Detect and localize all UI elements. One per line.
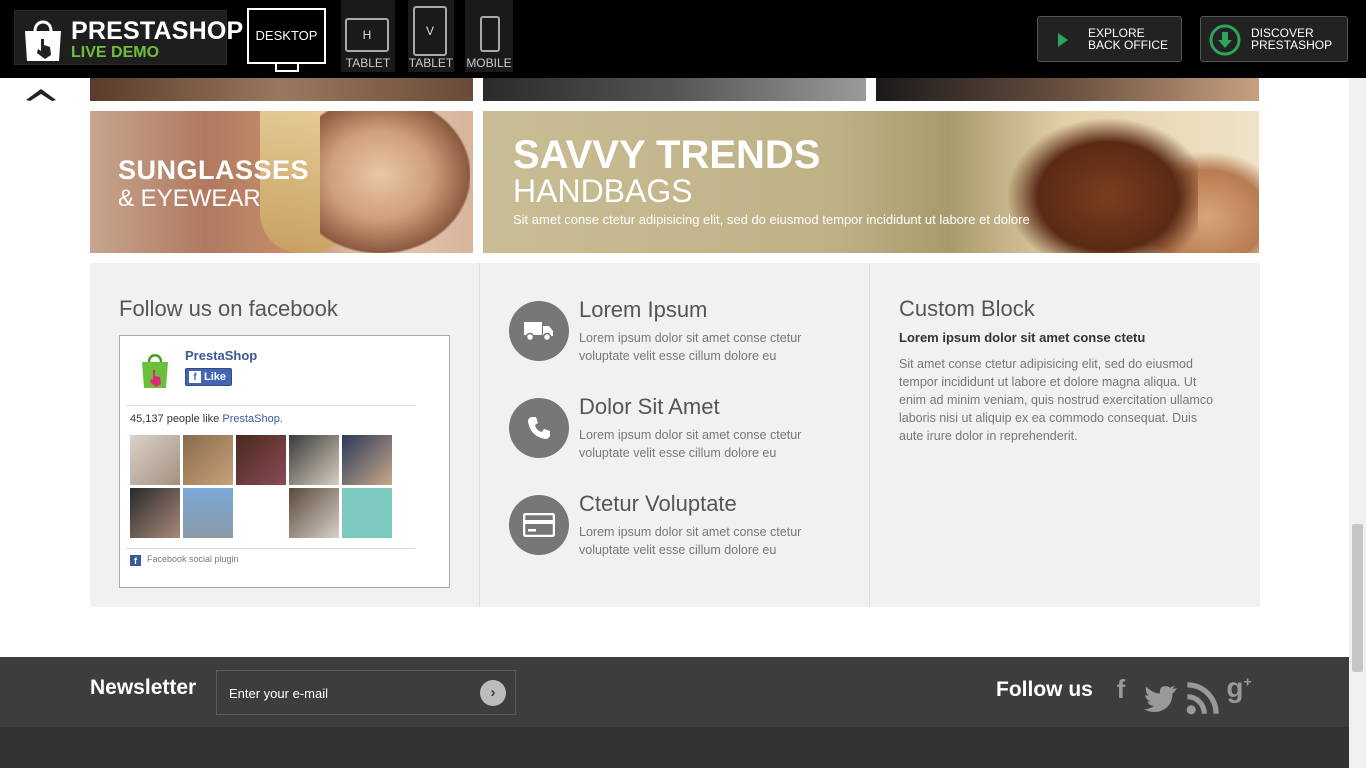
handbags-banner[interactable]: SAVVY TRENDS HANDBAGS Sit amet conse cte… xyxy=(483,111,1259,253)
banner-strip-image[interactable] xyxy=(483,78,866,101)
newsletter-placeholder: Enter your e-mail xyxy=(229,686,328,701)
info-blocks: Follow us on facebook PrestaShop f Like 4… xyxy=(90,263,1260,607)
fan-avatar[interactable] xyxy=(236,488,286,538)
shop-page: SUNGLASSES & EYEWEAR SAVVY TRENDS HANDBA… xyxy=(0,78,1349,768)
fan-avatar[interactable] xyxy=(236,435,286,485)
prestashop-page-logo-icon[interactable] xyxy=(138,350,172,390)
facebook-page-name[interactable]: PrestaShop xyxy=(185,348,257,363)
divider xyxy=(126,548,415,549)
handbags-text: Sit amet conse ctetur adipisicing elit, … xyxy=(513,212,1030,227)
sunglasses-banner[interactable]: SUNGLASSES & EYEWEAR xyxy=(90,111,473,253)
monitor-stand-icon xyxy=(274,64,299,72)
features-block: Lorem Ipsum Lorem ipsum dolor sit amet c… xyxy=(479,263,870,607)
download-circle-icon xyxy=(1209,24,1241,56)
custom-block: Custom Block Lorem ipsum dolor sit amet … xyxy=(870,263,1260,607)
facebook-like-count: 45,137 people like PrestaShop. xyxy=(130,413,283,425)
handbags-subtitle: HANDBAGS xyxy=(513,173,693,209)
custom-block-body: Sit amet conse ctetur adipisicing elit, … xyxy=(899,357,1214,443)
device-tablet-h-button[interactable]: H TABLET xyxy=(341,0,395,72)
banner-strip-image[interactable] xyxy=(876,78,1259,101)
newsletter-email-input[interactable]: Enter your e-mail › xyxy=(216,670,516,715)
feature-item: Dolor Sit Amet Lorem ipsum dolor sit ame… xyxy=(509,394,849,468)
feature-title: Lorem Ipsum xyxy=(579,297,708,322)
scroll-top-chevron-icon[interactable] xyxy=(24,84,58,104)
newsletter-label: Newsletter xyxy=(90,676,197,699)
facebook-plugin-label: f Facebook social plugin xyxy=(130,554,239,566)
custom-block-title: Custom Block xyxy=(899,296,1035,321)
feature-title: Ctetur Voluptate xyxy=(579,491,737,516)
facebook-like-button[interactable]: f Like xyxy=(185,368,233,386)
phone-icon xyxy=(509,398,569,458)
handbags-title: SAVVY TRENDS xyxy=(513,133,821,177)
page-scrollbar[interactable] xyxy=(1349,78,1366,768)
newsletter-bar: Newsletter Enter your e-mail › Follow us… xyxy=(0,657,1349,727)
logo-sub: LIVE DEMO xyxy=(71,44,160,61)
desktop-label: DESKTOP xyxy=(247,8,326,64)
feature-item: Ctetur Voluptate Lorem ipsum dolor sit a… xyxy=(509,491,849,565)
shopping-bag-icon xyxy=(25,20,61,61)
device-desktop-button[interactable]: DESKTOP xyxy=(247,8,326,72)
facebook-like-box: PrestaShop f Like 45,137 people like Pres… xyxy=(119,335,450,588)
discover-label: DISCOVER PRESTASHOP xyxy=(1251,26,1333,52)
fan-avatar[interactable] xyxy=(130,435,180,485)
logo-brand: PRESTASHOP xyxy=(71,17,244,45)
divider xyxy=(126,405,415,406)
newsletter-submit-arrow-icon[interactable]: › xyxy=(480,680,506,706)
demo-topbar: PRESTASHOP LIVE DEMO DESKTOP H TABLET V … xyxy=(0,0,1366,78)
device-mobile-button[interactable]: MOBILE xyxy=(465,0,513,72)
mobile-phone-icon xyxy=(480,16,500,52)
fan-avatar[interactable] xyxy=(183,488,233,538)
tablet-h-label: TABLET xyxy=(345,56,391,70)
fan-avatar[interactable] xyxy=(342,435,392,485)
tablet-horizontal-icon: H xyxy=(345,18,389,52)
prestashop-logo[interactable]: PRESTASHOP LIVE DEMO xyxy=(14,10,243,65)
explore-label: EXPLORE BACK OFFICE xyxy=(1088,26,1169,52)
feature-item: Lorem Ipsum Lorem ipsum dolor sit amet c… xyxy=(509,297,849,371)
fan-avatar[interactable] xyxy=(342,488,392,538)
sunglasses-subtitle: & EYEWEAR xyxy=(118,185,261,212)
mobile-label: MOBILE xyxy=(466,56,512,70)
fan-avatar[interactable] xyxy=(289,435,339,485)
custom-block-subtitle: Lorem ipsum dolor sit amet conse ctetu xyxy=(899,330,1146,345)
twitter-icon[interactable] xyxy=(1144,681,1178,715)
feature-text: Lorem ipsum dolor sit amet conse ctetur … xyxy=(579,428,802,460)
truck-icon xyxy=(509,301,569,361)
credit-card-icon xyxy=(509,495,569,555)
rss-icon[interactable] xyxy=(1186,681,1220,715)
facebook-small-icon: f xyxy=(130,555,141,566)
facebook-page-link[interactable]: PrestaShop. xyxy=(222,413,283,425)
fan-avatar[interactable] xyxy=(130,488,180,538)
banner-strip-image[interactable] xyxy=(90,78,473,101)
device-tablet-v-button[interactable]: V TABLET xyxy=(408,0,454,72)
feature-title: Dolor Sit Amet xyxy=(579,394,720,419)
banner-handbag-image xyxy=(998,111,1198,253)
feature-text: Lorem ipsum dolor sit amet conse ctetur … xyxy=(579,525,802,557)
follow-us-label: Follow us xyxy=(996,678,1093,701)
facebook-icon[interactable]: f xyxy=(1104,674,1138,708)
explore-back-office-button[interactable]: EXPLORE BACK OFFICE xyxy=(1037,16,1182,62)
tablet-v-label: TABLET xyxy=(408,56,454,70)
facebook-block-title: Follow us on facebook xyxy=(119,296,338,321)
sunglasses-title: SUNGLASSES xyxy=(118,155,310,185)
fan-avatar[interactable] xyxy=(289,488,339,538)
facebook-block: Follow us on facebook PrestaShop f Like 4… xyxy=(90,263,479,607)
facebook-f-icon: f xyxy=(189,371,201,383)
scrollbar-thumb[interactable] xyxy=(1352,524,1363,672)
banner-model-image xyxy=(320,111,470,253)
discover-prestashop-button[interactable]: DISCOVER PRESTASHOP xyxy=(1200,16,1348,62)
tablet-vertical-icon: V xyxy=(413,6,447,56)
fan-avatar[interactable] xyxy=(183,435,233,485)
footer-area xyxy=(0,727,1349,768)
play-arrow-icon xyxy=(1058,33,1068,47)
feature-text: Lorem ipsum dolor sit amet conse ctetur … xyxy=(579,331,802,363)
google-plus-icon[interactable]: g+ xyxy=(1222,672,1256,706)
